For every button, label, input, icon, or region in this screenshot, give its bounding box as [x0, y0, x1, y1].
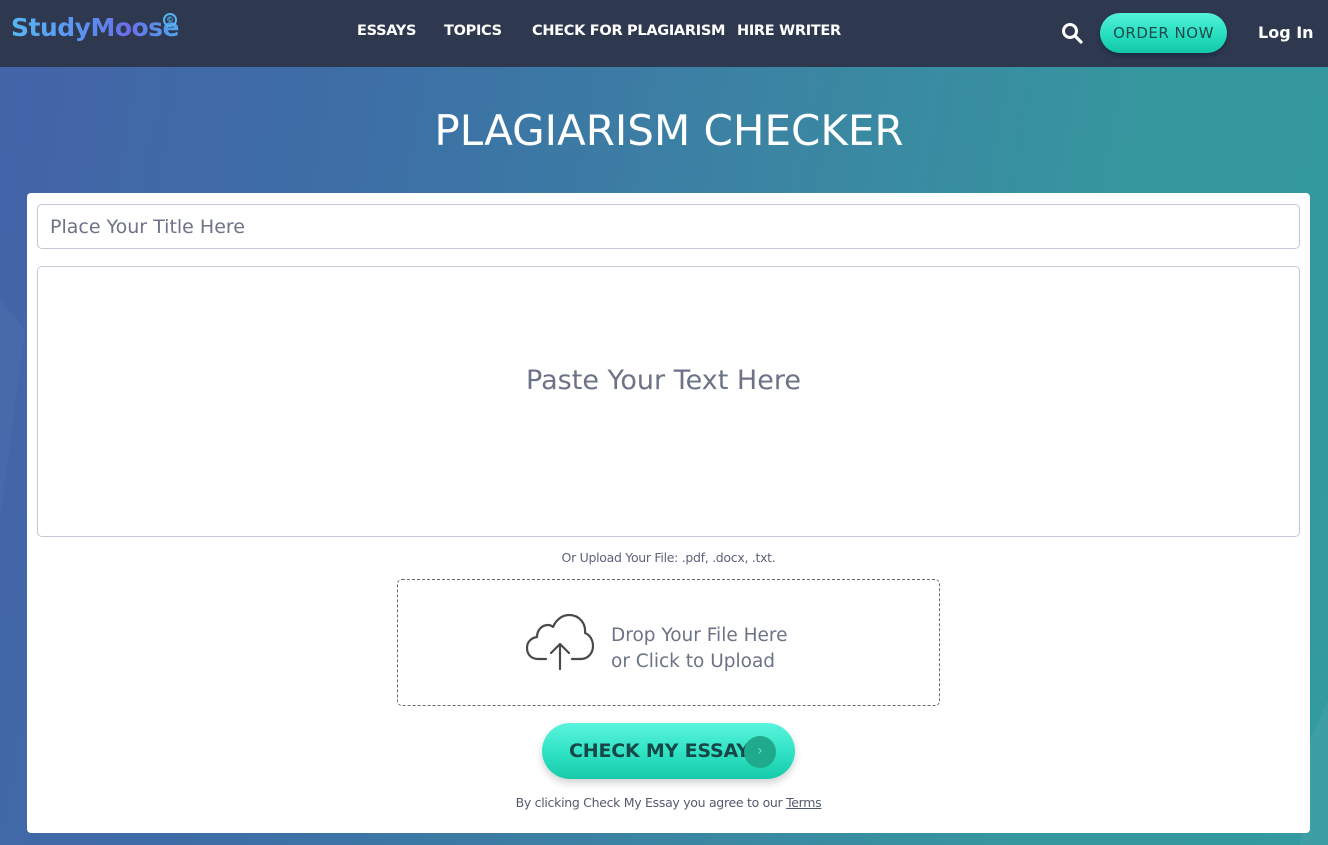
terms-notice: By clicking Check My Essay you agree to … — [27, 795, 1310, 810]
plagiarism-checker-form: Paste Your Text Here Or Upload Your File… — [27, 193, 1310, 833]
studymoose-logo[interactable]: StudyMoose — [11, 13, 180, 42]
upload-file-hint: Or Upload Your File: .pdf, .docx, .txt. — [561, 550, 776, 565]
file-dropzone[interactable]: Drop Your File Here or Click to Upload — [397, 579, 940, 706]
dropzone-line-1: Drop Your File Here — [611, 625, 788, 646]
search-icon[interactable] — [1061, 22, 1083, 44]
chevron-right-icon: › — [744, 736, 776, 768]
terms-notice-text: By clicking Check My Essay you agree to … — [515, 795, 787, 810]
order-now-button[interactable]: ORDER NOW — [1100, 13, 1227, 53]
dropzone-line-2: or Click to Upload — [611, 651, 776, 672]
copyright-mark-icon: © — [163, 13, 177, 27]
terms-link[interactable]: Terms — [786, 795, 822, 810]
dropzone-text: Drop Your File Here or Click to Upload — [611, 623, 787, 675]
essay-text-area[interactable] — [37, 266, 1300, 537]
nav-topics[interactable]: TOPICS — [444, 23, 502, 39]
check-my-essay-label: CHECK MY ESSAY — [569, 740, 750, 762]
nav-check-for-plagiarism[interactable]: CHECK FOR PLAGIARISM — [532, 23, 725, 39]
top-navigation-bar: StudyMoose © ESSAYS TOPICS CHECK FOR PLA… — [0, 0, 1328, 67]
page-title: PLAGIARISM CHECKER — [434, 106, 904, 155]
login-link[interactable]: Log In — [1258, 23, 1314, 42]
essay-title-input[interactable] — [37, 204, 1300, 249]
nav-hire-writer[interactable]: HIRE WRITER — [737, 23, 841, 39]
cloud-upload-icon — [526, 613, 594, 671]
check-my-essay-button[interactable]: CHECK MY ESSAY › — [542, 723, 795, 779]
nav-essays[interactable]: ESSAYS — [357, 23, 416, 39]
